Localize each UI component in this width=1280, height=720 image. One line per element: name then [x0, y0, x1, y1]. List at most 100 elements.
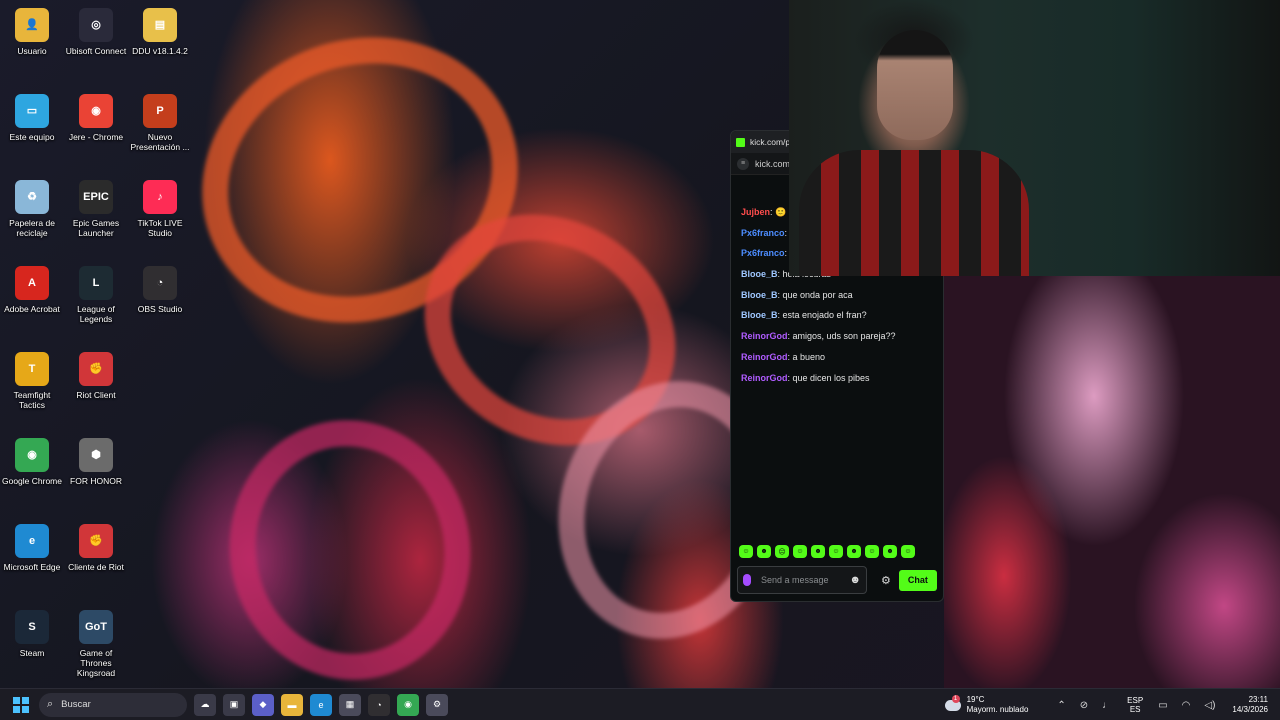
chrome-icon[interactable]: ◉ — [397, 693, 419, 716]
mic-icon[interactable] — [743, 574, 751, 586]
desktop-icon[interactable]: ▤ DDU v18.1.4.2 — [128, 8, 192, 56]
site-info-icon[interactable]: ≡ — [737, 157, 749, 170]
start-icon[interactable] — [13, 696, 29, 713]
desktop-icon[interactable]: ⬢ FOR HONOR — [64, 438, 128, 486]
desktop-app-icon: ♻ — [15, 180, 49, 214]
desktop-wallpaper-right — [944, 276, 1280, 688]
desktop-app-icon: A — [15, 266, 49, 300]
weather-badge: 1 — [951, 694, 960, 703]
desktop-icon[interactable]: EPIC Epic Games Launcher — [64, 180, 128, 238]
obs-icon[interactable]: ◔ — [368, 693, 390, 716]
desktop-icon[interactable]: ♪ TikTok LIVE Studio — [128, 180, 192, 238]
chat-username[interactable]: Px6franco — [741, 248, 785, 258]
desktop-icon-label: Jere - Chrome — [68, 132, 124, 142]
desktop-icon[interactable]: ◔ OBS Studio — [128, 266, 192, 314]
desktop-icon[interactable]: GoT Game of Thrones Kingsroad — [64, 610, 128, 678]
emote-icon[interactable]: ☻ — [883, 545, 897, 558]
desktop-app-icon: ◎ — [79, 8, 113, 42]
desktop-icon-label: Microsoft Edge — [3, 562, 61, 572]
clock-date: 14/3/2026 — [1232, 705, 1268, 714]
desktop-icon[interactable]: ✊ Cliente de Riot — [64, 524, 128, 572]
emote-icon[interactable]: ☺ — [829, 545, 843, 558]
chat-text: : esta enojado el fran? — [777, 310, 867, 321]
chat-message: ReinorGod: amigos, uds son pareja?? — [741, 331, 941, 352]
desktop-app-icon: ◉ — [15, 438, 49, 472]
send-chat-button[interactable]: Chat — [898, 569, 937, 591]
desktop-app-icon: EPIC — [79, 180, 113, 214]
monitor-icon[interactable]: ▭ — [1158, 700, 1167, 711]
chat-username[interactable]: ReinorGod — [741, 331, 788, 341]
desktop-app-icon: e — [15, 524, 49, 558]
message-input[interactable]: Send a message ☻ — [737, 566, 867, 594]
chevron-up-icon[interactable]: ⌃ — [1057, 700, 1065, 711]
desktop-app-icon: ▤ — [143, 8, 177, 42]
file-explorer-icon[interactable]: ▬ — [281, 693, 303, 716]
desktop-icon[interactable]: ♻ Papelera de reciclaje — [0, 180, 64, 238]
settings-icon[interactable]: ⚙ — [426, 693, 448, 716]
desktop-app-icon: ◔ — [143, 266, 177, 300]
emote-bar: ☺ ☻ ☹ ☺ ☻ ☺ ☻ ☺ ☻ ☺ — [739, 545, 915, 558]
desktop-icon[interactable]: 👤 Usuario — [0, 8, 64, 56]
weather-desc: Mayorm. nublado — [966, 705, 1029, 714]
desktop-icon-label: OBS Studio — [137, 304, 183, 314]
desktop-icon[interactable]: T Teamfight Tactics — [0, 352, 64, 410]
emote-icon[interactable]: ☻ — [847, 545, 861, 558]
tab-title: kick.com/pc — [750, 137, 795, 147]
emote-icon[interactable]: ☺ — [901, 545, 915, 558]
desktop-icon[interactable]: ◉ Google Chrome — [0, 438, 64, 486]
desktop-icons: 👤 Usuario ◎ Ubisoft Connect ▤ DDU v18.1.4.2 ▭ E… — [0, 0, 200, 688]
taskbar-search[interactable]: ⌕ Buscar — [39, 692, 187, 717]
chat-settings-icon[interactable]: ⚙ — [881, 574, 891, 587]
widgets-icon[interactable]: ☁ — [194, 693, 216, 716]
emote-icon[interactable]: ☺ — [793, 545, 807, 558]
edge-icon[interactable]: e — [310, 693, 332, 716]
desktop-icon[interactable]: P Nuevo Presentación ... — [128, 94, 192, 152]
weather-widget[interactable]: 1 19°C Mayorm. nublado — [944, 694, 1029, 715]
volume-icon[interactable]: ◁) — [1204, 700, 1215, 711]
emote-icon[interactable]: ☻ — [811, 545, 825, 558]
emoji-icon[interactable]: ☻ — [849, 574, 861, 586]
desktop-icon-label: FOR HONOR — [70, 476, 122, 486]
desktop-icon-label: Este equipo — [9, 132, 55, 142]
desktop-icon[interactable]: ▭ Este equipo — [0, 94, 64, 142]
emote-icon[interactable]: ☺ — [739, 545, 753, 558]
desktop-icon[interactable]: e Microsoft Edge — [0, 524, 64, 572]
microphone-icon[interactable]: ♩ — [1102, 700, 1112, 711]
chat-username[interactable]: ReinorGod — [741, 373, 788, 383]
chat-text: : — [784, 248, 788, 259]
desktop-app-icon: ⬢ — [79, 438, 113, 472]
wifi-icon[interactable]: ◠ — [1182, 700, 1191, 711]
chat-username[interactable]: Jujben — [741, 207, 770, 217]
chat-username[interactable]: Blooe_B — [741, 269, 778, 279]
task-view-icon[interactable]: ▣ — [223, 693, 245, 716]
desktop-icon-label: Cliente de Riot — [68, 562, 124, 572]
emote-icon[interactable]: ☹ — [775, 545, 789, 558]
chat-username[interactable]: ReinorGod — [741, 352, 788, 362]
ms365-icon[interactable]: ◆ — [252, 693, 274, 716]
network-off-icon[interactable]: ⊘ — [1080, 700, 1088, 711]
clock[interactable]: 23:11 14/3/2026 — [1232, 695, 1268, 715]
desktop-icon[interactable]: S Steam — [0, 610, 64, 658]
chat-message: Blooe_B: que onda por aca — [741, 290, 941, 311]
desktop-icon[interactable]: L League of Legends — [64, 266, 128, 324]
chat-username[interactable]: Blooe_B — [741, 310, 778, 320]
desktop-icon[interactable]: ✊ Riot Client — [64, 352, 128, 400]
desktop-app-icon: GoT — [79, 610, 113, 644]
language-indicator[interactable]: ESP ES — [1127, 696, 1143, 714]
chat-message: ReinorGod: a bueno — [741, 352, 941, 373]
store-icon[interactable]: ▦ — [339, 693, 361, 716]
desktop-icon[interactable]: ◉ Jere - Chrome — [64, 94, 128, 142]
desktop-icon-label: Game of Thrones Kingsroad — [76, 648, 116, 678]
desktop-app-icon: ♪ — [143, 180, 177, 214]
desktop-icon-label: Riot Client — [76, 390, 116, 400]
desktop-icon-label: Teamfight Tactics — [13, 390, 51, 410]
chat-text: : a bueno — [787, 351, 826, 362]
search-icon: ⌕ — [47, 698, 54, 710]
emote-icon[interactable]: ☻ — [757, 545, 771, 558]
desktop-icon[interactable]: ◎ Ubisoft Connect — [64, 8, 128, 56]
desktop-icon[interactable]: A Adobe Acrobat — [0, 266, 64, 314]
lang-bottom: ES — [1129, 705, 1141, 714]
emote-icon[interactable]: ☺ — [865, 545, 879, 558]
chat-username[interactable]: Px6franco — [741, 228, 785, 238]
chat-username[interactable]: Blooe_B — [741, 290, 778, 300]
